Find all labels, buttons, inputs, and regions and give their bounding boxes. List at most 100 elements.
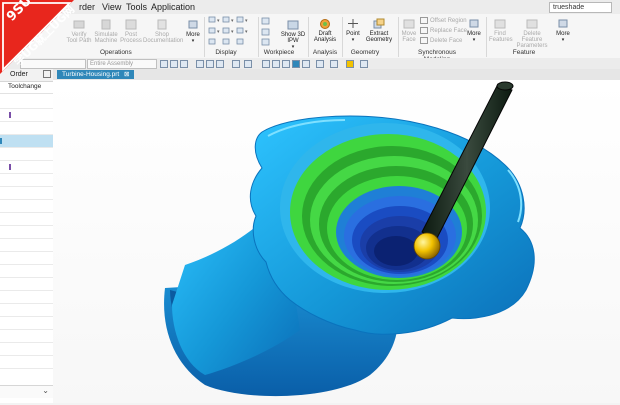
table-row[interactable]	[0, 187, 53, 200]
snap-icon[interactable]	[180, 60, 188, 68]
shaded-view-icon[interactable]	[292, 60, 300, 68]
snap-center-icon[interactable]	[232, 60, 240, 68]
navigator-details-toggle[interactable]: ⌄	[0, 385, 53, 398]
table-row[interactable]	[0, 200, 53, 213]
move-face-button[interactable]: Move Face	[400, 18, 418, 43]
table-row[interactable]	[0, 148, 53, 161]
table-row[interactable]	[0, 135, 53, 148]
snap-mid-icon[interactable]	[216, 60, 224, 68]
table-row[interactable]	[0, 330, 53, 343]
sync-more-button[interactable]: More ▾	[465, 18, 483, 43]
ribbon-separator	[486, 17, 487, 57]
table-row[interactable]	[0, 96, 53, 109]
menu-application[interactable]: Application	[151, 2, 195, 12]
simulate-machine-button[interactable]: Simulate Machine	[93, 19, 119, 44]
more-icon	[468, 18, 480, 29]
rotate-icon[interactable]	[282, 60, 290, 68]
fit-view-icon[interactable]	[262, 60, 270, 68]
table-row[interactable]	[0, 278, 53, 291]
table-row[interactable]	[0, 291, 53, 304]
command-search-input[interactable]: trueshade	[549, 2, 612, 13]
close-icon[interactable]: ⊠	[124, 71, 129, 78]
table-row[interactable]	[0, 356, 53, 369]
table-row[interactable]	[0, 213, 53, 226]
group-workpiece: Workpiece	[263, 49, 295, 56]
draft-analysis-button[interactable]: Draft Analysis	[311, 18, 339, 43]
replace-face-label: Replace Face	[430, 28, 468, 35]
post-process-icon	[125, 19, 137, 30]
table-row[interactable]	[0, 304, 53, 317]
menu-tools[interactable]: Tools	[126, 2, 147, 12]
find-features-icon	[494, 18, 506, 29]
table-row[interactable]	[0, 161, 53, 174]
shop-doc-icon	[156, 19, 168, 30]
menu-order[interactable]: rder	[79, 2, 95, 12]
table-row[interactable]	[0, 265, 53, 278]
extract-geometry-label: Extract Geometry	[365, 31, 393, 43]
operations-more-button[interactable]: More ▾	[184, 19, 202, 44]
show-hide-icon[interactable]	[346, 60, 354, 68]
table-row[interactable]	[0, 226, 53, 239]
table-row[interactable]	[0, 239, 53, 252]
delete-parameters-icon	[526, 18, 538, 29]
filter-icon[interactable]	[170, 60, 178, 68]
work-layer-icon[interactable]	[360, 60, 368, 68]
svg-text:▾: ▾	[231, 29, 234, 35]
offset-region-label: Offset Region	[430, 18, 467, 25]
group-operations: Operations	[100, 49, 132, 56]
snap-end-icon[interactable]	[206, 60, 214, 68]
ribbon-separator	[342, 17, 343, 57]
draft-analysis-label: Draft Analysis	[313, 31, 337, 43]
table-row[interactable]	[0, 174, 53, 187]
more-icon	[187, 19, 199, 30]
menu-bar: rder View Tools Application trueshade	[0, 0, 620, 15]
table-row[interactable]	[0, 343, 53, 356]
column-header-toolchange[interactable]: Toolchange	[0, 81, 53, 94]
delete-face-button[interactable]: Delete Face	[420, 37, 462, 44]
offset-region-icon	[420, 17, 428, 24]
replace-face-button[interactable]: Replace Face	[420, 27, 467, 34]
zoom-icon[interactable]	[272, 60, 280, 68]
offset-region-button[interactable]: Offset Region	[420, 17, 467, 24]
selection-scope-select[interactable]: Entire Assembly	[87, 59, 157, 69]
select-tool-icon[interactable]	[160, 60, 168, 68]
extract-geometry-icon	[373, 18, 385, 29]
snap-quadrant-icon[interactable]	[244, 60, 252, 68]
shop-documentation-button[interactable]: Shop Documentation	[143, 19, 184, 44]
table-row[interactable]	[0, 317, 53, 330]
point-icon	[347, 18, 359, 29]
svg-text:▾: ▾	[245, 18, 248, 24]
svg-text:▾: ▾	[217, 18, 220, 24]
column-header-label: Toolchange	[8, 83, 42, 90]
find-features-button[interactable]: Find Features	[489, 18, 513, 43]
delete-face-label: Delete Face	[430, 38, 463, 45]
pan-icon[interactable]	[302, 60, 310, 68]
snap-point-icon[interactable]	[196, 60, 204, 68]
move-face-icon	[403, 18, 415, 29]
orient-view-icon[interactable]	[316, 60, 324, 68]
draft-analysis-icon	[319, 18, 331, 29]
shop-documentation-label: Shop Documentation	[143, 32, 184, 44]
svg-text:▾: ▾	[217, 29, 220, 35]
delete-face-icon	[420, 37, 428, 44]
table-row[interactable]	[0, 109, 53, 122]
post-process-button[interactable]: Post Process	[120, 19, 142, 44]
delete-feature-parameters-button[interactable]: Delete Feature Parameters	[513, 18, 551, 49]
table-row[interactable]	[0, 252, 53, 265]
feature-more-button[interactable]: More ▾	[554, 18, 572, 43]
point-button[interactable]: Point ▾	[344, 18, 362, 43]
graphics-viewport[interactable]	[53, 80, 620, 403]
tool-marker	[9, 112, 11, 118]
operation-navigator: Order Toolchange ⌄	[0, 69, 54, 403]
group-analysis: Analysis	[312, 49, 338, 56]
render-style-icon[interactable]	[330, 60, 338, 68]
menu-view[interactable]: View	[102, 2, 121, 12]
selection-marker	[0, 138, 2, 144]
extract-geometry-button[interactable]: Extract Geometry	[363, 18, 395, 43]
workpiece-small-tools	[261, 17, 279, 47]
more-icon	[557, 18, 569, 29]
simulate-icon	[100, 19, 112, 30]
show-3d-ipw-button[interactable]: Show 3D IPW ▾	[280, 19, 306, 50]
table-row[interactable]	[0, 122, 53, 135]
chevron-down-icon: ⌄	[42, 386, 49, 395]
